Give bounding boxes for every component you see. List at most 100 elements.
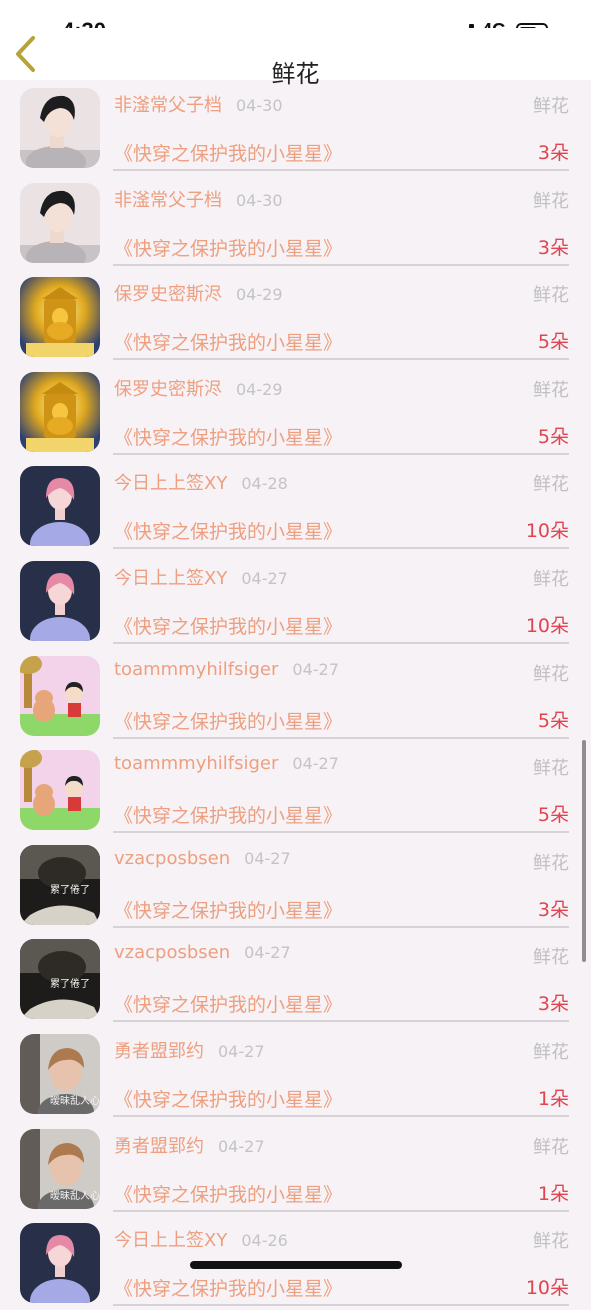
- book-title[interactable]: 《快穿之保护我的小星星》: [114, 517, 342, 544]
- user-avatar[interactable]: [20, 655, 100, 736]
- send-date: 04-27: [241, 569, 288, 588]
- list-item[interactable]: 保罗史密斯浕 04-29 鲜花《快穿之保护我的小星星》 5朵: [0, 269, 591, 364]
- send-date: 04-27: [244, 943, 291, 963]
- avatar-caption: 暧昧乱人心: [50, 1190, 100, 1202]
- list-item[interactable]: 暧昧乱人心 勇者盟郢约 04-27 鲜花 《快穿之保护我的小星星》 1朵: [0, 1026, 591, 1121]
- book-title[interactable]: 《快穿之保护我的小星星》: [114, 139, 342, 166]
- sender-name-text[interactable]: 今日上上签XY: [114, 568, 227, 589]
- sender-name[interactable]: 非滏常父子档 04-30: [114, 91, 283, 117]
- send-date: 04-28: [241, 474, 288, 494]
- sender-name-text[interactable]: 勇者盟郢约: [114, 1136, 204, 1157]
- book-title[interactable]: 《快穿之保护我的小星星》: [114, 990, 342, 1017]
- send-date: 04-27: [292, 659, 339, 679]
- row-divider: [113, 547, 569, 550]
- flower-count: 5朵: [537, 425, 569, 448]
- list-item[interactable]: 暧昧乱人心 勇者盟郢约 04-27 鲜花 《快穿之保护我的小星星》 1朵: [0, 1121, 591, 1216]
- sender-name-text[interactable]: 非滏常父子档: [114, 95, 222, 116]
- row-divider: [113, 452, 569, 455]
- row-divider: [113, 169, 569, 171]
- avatar-caption: 累了倦了: [50, 979, 90, 991]
- list-item[interactable]: 今日上上签XY 04-27 鲜花 《快穿之保护我的小星星》 10朵: [0, 553, 591, 648]
- scroll-indicator: [582, 740, 586, 962]
- sender-name-text[interactable]: 保罗史密斯浕: [114, 284, 222, 305]
- row-divider: [113, 1304, 569, 1307]
- user-avatar[interactable]: [20, 88, 100, 168]
- sender-name-text[interactable]: 非滏常父子档: [114, 190, 222, 211]
- list-item[interactable]: 今日上上签XY 04-28 鲜花 《快穿之保护我的小星星》 10朵: [0, 458, 591, 553]
- book-title[interactable]: 《快穿之保护我的小星星》: [114, 707, 342, 734]
- sender-name-text[interactable]: 今日上上签XY: [114, 1230, 227, 1251]
- gift-type: 鲜花: [533, 1136, 569, 1158]
- book-title[interactable]: 《快穿之保护我的小星星》: [114, 1085, 342, 1112]
- send-date: 04-27: [244, 848, 291, 868]
- user-avatar[interactable]: [20, 750, 100, 831]
- user-avatar[interactable]: [20, 466, 100, 547]
- nav-bar: 鲜花: [0, 28, 591, 88]
- sender-name[interactable]: 今日上上签XY 04-27: [114, 564, 288, 590]
- sender-name[interactable]: 勇者盟郢约 04-27: [114, 1132, 265, 1158]
- user-avatar[interactable]: 暧昧乱人心: [20, 1128, 100, 1209]
- book-title[interactable]: 《快穿之保护我的小星星》: [114, 423, 342, 450]
- gift-type: 鲜花: [533, 852, 569, 874]
- book-title[interactable]: 《快穿之保护我的小星星》: [114, 612, 342, 639]
- book-title[interactable]: 《快穿之保护我的小星星》: [114, 896, 342, 923]
- sender-name-text[interactable]: 保罗史密斯浕: [114, 379, 222, 400]
- send-date: 04-27: [218, 1136, 265, 1156]
- flower-count: 5朵: [537, 709, 569, 732]
- sender-name-text[interactable]: vzacposbsen: [114, 942, 230, 963]
- sender-name[interactable]: 今日上上签XY 04-26: [114, 1226, 288, 1252]
- sender-name[interactable]: vzacposbsen 04-27: [114, 942, 291, 963]
- list-item[interactable]: toammmyhilfsiger 04-27 鲜花《快穿之保护我的小星星》 5朵: [0, 742, 591, 837]
- list-item[interactable]: toammmyhilfsiger 04-27 鲜花 《快穿之保护我的小星星》 5朵: [0, 648, 591, 743]
- sender-name[interactable]: 保罗史密斯浕 04-29: [114, 280, 283, 306]
- book-title[interactable]: 《快穿之保护我的小星星》: [114, 801, 342, 828]
- sender-name[interactable]: 非滏常父子档 04-30: [114, 186, 283, 212]
- list-item[interactable]: 累了倦了 vzacposbsen 04-27 鲜花 《快穿之保护我的小星星》 3朵: [0, 837, 591, 932]
- flower-count: 3朵: [537, 236, 569, 259]
- sender-name-text[interactable]: toammmyhilfsiger: [114, 659, 278, 680]
- gift-type: 鲜花: [533, 758, 569, 780]
- gift-type: 鲜花: [533, 190, 569, 212]
- user-avatar[interactable]: [20, 277, 100, 358]
- flower-count: 5朵: [537, 804, 569, 827]
- gift-type: 鲜花: [533, 1042, 569, 1063]
- book-title[interactable]: 《快穿之保护我的小星星》: [114, 328, 342, 355]
- sender-name-text[interactable]: 今日上上签XY: [114, 473, 227, 494]
- gift-type: 鲜花: [533, 96, 569, 117]
- user-avatar[interactable]: [20, 561, 100, 641]
- sender-name[interactable]: 保罗史密斯浕 04-29: [114, 375, 283, 401]
- sender-name-text[interactable]: 勇者盟郢约: [114, 1041, 204, 1062]
- sender-name-text[interactable]: vzacposbsen: [114, 848, 230, 869]
- home-indicator[interactable]: [190, 1261, 402, 1269]
- sender-name[interactable]: toammmyhilfsiger 04-27: [114, 659, 339, 680]
- list-item[interactable]: 累了倦了 vzacposbsen 04-27 鲜花 《快穿之保护我的小星星》 3朵: [0, 931, 591, 1026]
- book-title[interactable]: 《快穿之保护我的小星星》: [114, 234, 342, 261]
- row-divider: [113, 642, 569, 644]
- sender-name[interactable]: toammmyhilfsiger 04-27: [114, 753, 339, 774]
- flower-count: 3朵: [537, 993, 569, 1016]
- list-item[interactable]: 保罗史密斯浕 04-29 鲜花 《快穿之保护我的小星星》 5朵: [0, 364, 591, 459]
- row-divider: [113, 925, 569, 928]
- list-item[interactable]: 非滏常父子档 04-30 鲜花《快穿之保护我的小星星》 3朵: [0, 175, 591, 270]
- user-avatar[interactable]: 累了倦了: [20, 844, 100, 925]
- user-avatar[interactable]: [20, 1223, 100, 1304]
- sender-name[interactable]: vzacposbsen 04-27: [114, 848, 291, 869]
- flower-count: 5朵: [537, 331, 569, 354]
- avatar-caption: 累了倦了: [50, 884, 90, 896]
- send-date: 04-30: [236, 190, 283, 210]
- user-avatar[interactable]: [20, 371, 100, 452]
- row-divider: [113, 1115, 569, 1117]
- gift-type: 鲜花: [533, 285, 569, 307]
- book-title[interactable]: 《快穿之保护我的小星星》: [114, 1274, 342, 1301]
- send-date: 04-30: [236, 96, 283, 115]
- user-avatar[interactable]: 累了倦了: [20, 939, 100, 1020]
- row-divider: [113, 736, 569, 739]
- sender-name[interactable]: 勇者盟郢约 04-27: [114, 1037, 265, 1063]
- flower-count: 10朵: [525, 1277, 569, 1300]
- sender-name-text[interactable]: toammmyhilfsiger: [114, 753, 278, 774]
- book-title[interactable]: 《快穿之保护我的小星星》: [114, 1180, 342, 1207]
- list-item[interactable]: 非滏常父子档 04-30 鲜花 《快穿之保护我的小星星》 3朵: [0, 80, 591, 175]
- sender-name[interactable]: 今日上上签XY 04-28: [114, 469, 288, 495]
- user-avatar[interactable]: [20, 182, 100, 263]
- user-avatar[interactable]: 暧昧乱人心: [20, 1034, 100, 1114]
